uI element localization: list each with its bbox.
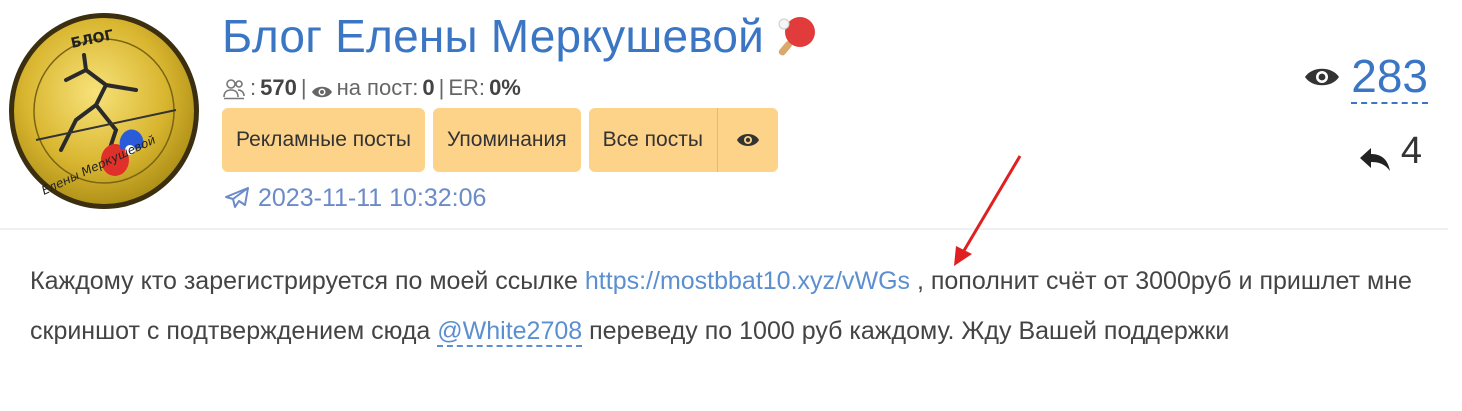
channel-title[interactable]: Блог Елены Меркушевой: [222, 9, 764, 63]
eye-icon: [311, 80, 333, 98]
tag-row: Рекламные посты Упоминания Все посты: [222, 108, 778, 172]
eye-icon: [1303, 64, 1341, 90]
per-post-label: на пост:: [336, 75, 419, 100]
er-label: ER:: [448, 75, 486, 100]
post-card: БЛОГ Елены Меркушевой Блог Елены Меркуше…: [0, 0, 1448, 411]
post-mention[interactable]: @White2708: [437, 317, 583, 347]
post-text: Каждому кто зарегистрируется по моей ссы…: [30, 267, 1412, 347]
shares-counter: 4: [1359, 130, 1422, 173]
subscribers-icon: [222, 76, 246, 100]
post-date[interactable]: 2023-11-11 10:32:06: [224, 178, 486, 218]
telegram-icon: [224, 186, 250, 210]
per-post-value: 0: [422, 75, 435, 100]
all-posts-group: Все посты: [588, 108, 778, 172]
er-value: 0%: [489, 75, 521, 100]
reply-icon: [1359, 139, 1391, 171]
views-count[interactable]: 283: [1351, 50, 1428, 104]
ads-posts-button[interactable]: Рекламные посты: [222, 108, 426, 172]
annotation-arrow: [954, 155, 1022, 266]
mentions-button[interactable]: Упоминания: [433, 108, 581, 172]
channel-stats: : 570 | на пост: 0 | ER: 0%: [222, 70, 521, 106]
post-link[interactable]: https://mostbbat10.xyz/vWGs: [585, 267, 910, 295]
subscribers-count: 570: [260, 75, 297, 100]
eye-icon: [736, 131, 760, 149]
all-posts-eye-button[interactable]: [716, 108, 778, 172]
ping-pong-icon: [776, 14, 816, 58]
views-counter: 283: [1303, 50, 1428, 104]
shares-count: 4: [1400, 130, 1422, 172]
channel-avatar[interactable]: БЛОГ Елены Меркушевой: [6, 10, 202, 212]
all-posts-button[interactable]: Все посты: [588, 108, 717, 172]
post-date-text: 2023-11-11 10:32:06: [258, 183, 487, 212]
